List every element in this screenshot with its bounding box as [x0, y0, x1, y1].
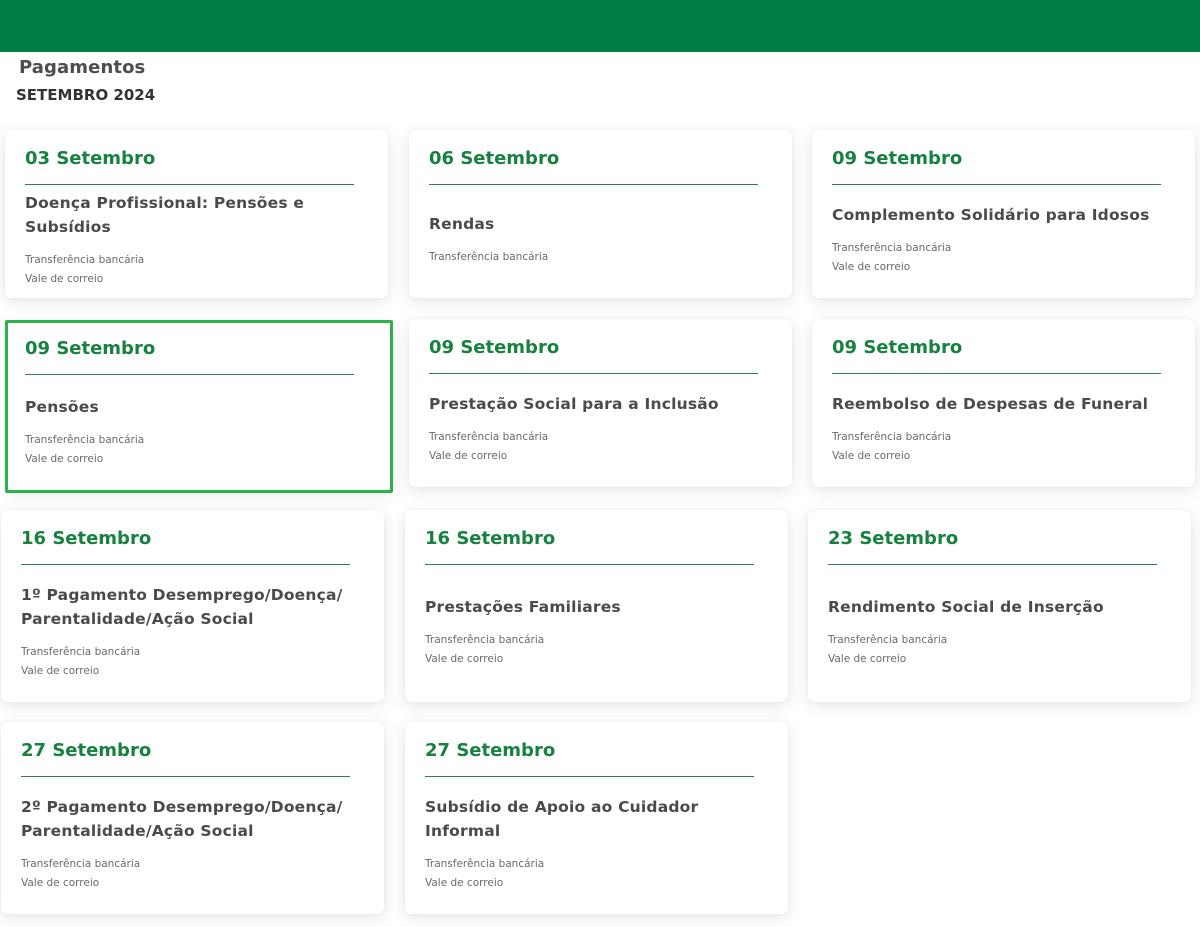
payment-methods: Transferência bancária Vale de correio [25, 431, 370, 469]
card-divider [429, 373, 758, 374]
payment-method: Vale de correio [832, 449, 911, 462]
payment-method: Transferência bancária [425, 633, 545, 646]
payment-card[interactable]: 16 Setembro 1º Pagamento Desemprego/Doen… [1, 510, 384, 702]
payment-card[interactable]: 16 Setembro Prestações Familiares Transf… [405, 510, 788, 702]
card-body: Prestações Familiares Transferência banc… [425, 575, 770, 688]
top-banner [0, 0, 1200, 52]
card-divider [828, 564, 1157, 565]
payment-method: Vale de correio [425, 876, 504, 889]
payment-method: Transferência bancária [429, 251, 549, 263]
payment-method: Vale de correio [832, 260, 911, 273]
payment-methods: Transferência bancária Vale de correio [828, 631, 1173, 669]
card-body: Rendimento Social de Inserção Transferên… [828, 575, 1173, 688]
card-body: Subsídio de Apoio ao Cuidador Informal T… [425, 787, 770, 900]
card-body: Reembolso de Despesas de Funeral Transfe… [832, 384, 1177, 473]
payment-date: 09 Setembro [429, 337, 560, 358]
payment-method: Transferência bancária [425, 857, 545, 870]
payment-title: Rendas [429, 215, 495, 233]
payment-methods: Transferência bancária Vale de correio [832, 428, 1177, 466]
payment-title: Pensões [25, 398, 99, 416]
card-divider [25, 374, 354, 375]
payment-methods: Transferência bancária Vale de correio [25, 251, 370, 289]
card-body: Pensões Transferência bancária Vale de c… [25, 385, 370, 479]
payment-title: Doença Profissional: Pensões e Subsídios [25, 193, 305, 236]
payment-card[interactable]: 09 Setembro Complemento Solidário para I… [812, 130, 1195, 298]
payment-method: Transferência bancária [21, 857, 141, 870]
payment-methods: Transferência bancária Vale de correio [425, 631, 770, 669]
payment-card[interactable]: 23 Setembro Rendimento Social de Inserçã… [808, 510, 1191, 702]
card-body: 2º Pagamento Desemprego/Doença/ Parental… [21, 787, 366, 900]
card-divider [429, 184, 758, 185]
card-divider [21, 776, 350, 777]
card-body: Doença Profissional: Pensões e Subsídios… [25, 194, 370, 285]
card-divider [425, 564, 754, 565]
payment-date: 09 Setembro [25, 338, 156, 359]
payment-title: Reembolso de Despesas de Funeral [832, 394, 1149, 413]
payment-method: Transferência bancária [25, 253, 145, 266]
card-body: Rendas Transferência bancária [429, 195, 774, 284]
payment-method: Transferência bancária [832, 430, 952, 443]
card-divider [25, 184, 354, 185]
page-title: Pagamentos [19, 57, 146, 78]
card-body: Prestação Social para a Inclusão Transfe… [429, 384, 774, 473]
payment-date: 23 Setembro [828, 528, 959, 549]
payment-title: Complemento Solidário para Idosos [832, 205, 1150, 224]
payment-method: Vale de correio [429, 449, 508, 462]
payment-methods: Transferência bancária [429, 248, 774, 267]
card-body: 1º Pagamento Desemprego/Doença/ Parental… [21, 575, 366, 688]
payment-card[interactable]: 03 Setembro Doença Profissional: Pensões… [5, 130, 388, 298]
card-divider [425, 776, 754, 777]
card-body: Complemento Solidário para Idosos Transf… [832, 195, 1177, 284]
payment-date: 09 Setembro [832, 337, 963, 358]
payment-method: Transferência bancária [828, 633, 948, 646]
card-divider [832, 184, 1161, 185]
payment-method: Transferência bancária [429, 430, 549, 443]
payment-title: Prestações Familiares [425, 597, 621, 616]
payment-date: 16 Setembro [425, 528, 556, 549]
page-subtitle: SETEMBRO 2024 [16, 86, 156, 104]
payment-methods: Transferência bancária Vale de correio [21, 855, 366, 893]
payment-title: Prestação Social para a Inclusão [429, 394, 719, 413]
payment-methods: Transferência bancária Vale de correio [21, 643, 366, 681]
payment-card[interactable]: 09 Setembro Reembolso de Despesas de Fun… [812, 319, 1195, 487]
payment-date: 06 Setembro [429, 148, 560, 169]
payment-title: Rendimento Social de Inserção [828, 597, 1104, 616]
payment-method: Vale de correio [425, 652, 504, 665]
payment-method: Transferência bancária [832, 241, 952, 254]
payment-methods: Transferência bancária Vale de correio [425, 855, 770, 893]
payment-method: Vale de correio [25, 272, 104, 285]
payment-title: Subsídio de Apoio ao Cuidador Informal [425, 797, 699, 840]
payment-card[interactable]: 27 Setembro Subsídio de Apoio ao Cuidado… [405, 722, 788, 914]
payment-methods: Transferência bancária Vale de correio [429, 428, 774, 466]
payment-card[interactable]: 27 Setembro 2º Pagamento Desemprego/Doen… [1, 722, 384, 914]
card-divider [21, 564, 350, 565]
payment-method: Vale de correio [828, 652, 907, 665]
payment-method: Transferência bancária [21, 645, 141, 658]
payment-title: 1º Pagamento Desemprego/Doença/ Parental… [21, 585, 343, 628]
payment-card[interactable]: 06 Setembro Rendas Transferência bancári… [409, 130, 792, 298]
payment-date: 09 Setembro [832, 148, 963, 169]
payment-method: Vale de correio [25, 453, 104, 465]
payment-date: 27 Setembro [425, 740, 556, 761]
payment-method: Transferência bancária [25, 434, 145, 446]
payment-card-selected[interactable]: 09 Setembro Pensões Transferência bancár… [5, 320, 393, 493]
payment-date: 16 Setembro [21, 528, 152, 549]
payment-method: Vale de correio [21, 876, 100, 889]
payment-card[interactable]: 09 Setembro Prestação Social para a Incl… [409, 319, 792, 487]
card-divider [832, 373, 1161, 374]
payment-method: Vale de correio [21, 664, 100, 677]
payment-title: 2º Pagamento Desemprego/Doença/ Parental… [21, 797, 343, 840]
payment-date: 03 Setembro [25, 148, 156, 169]
payment-date: 27 Setembro [21, 740, 152, 761]
payment-methods: Transferência bancária Vale de correio [832, 239, 1177, 277]
